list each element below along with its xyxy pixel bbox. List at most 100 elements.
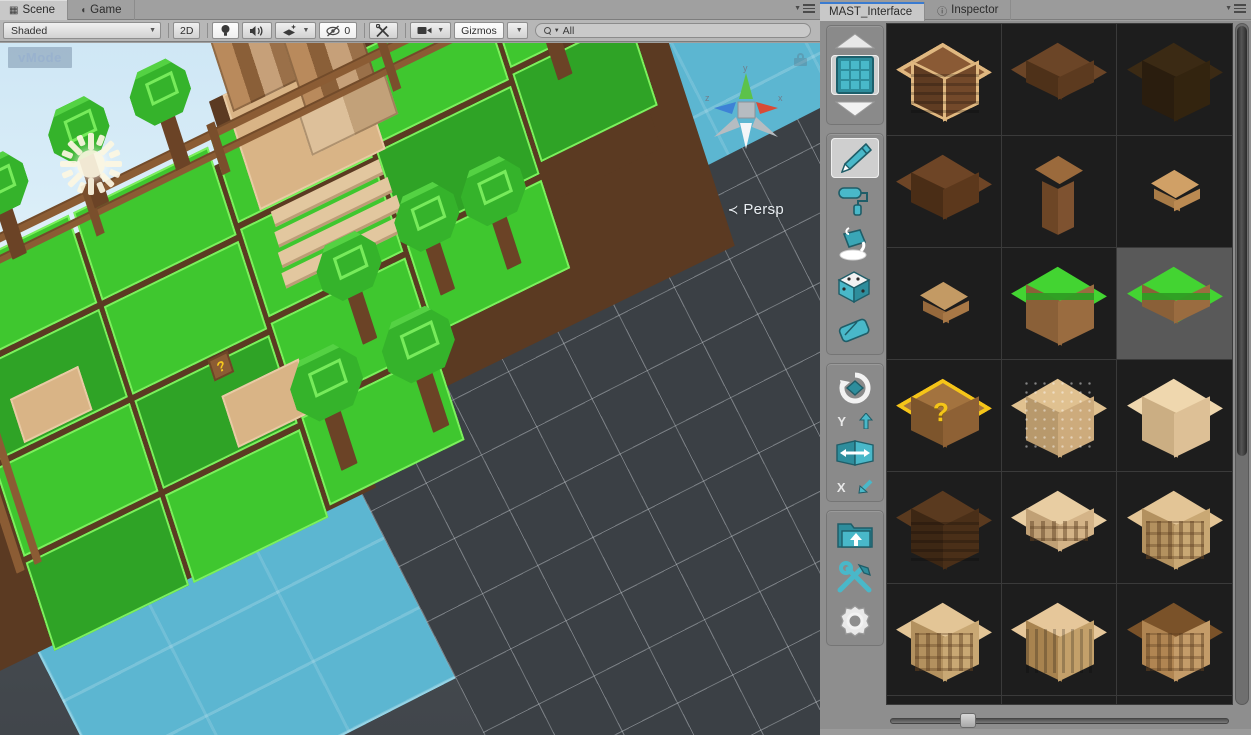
- scene-search: ▼ All: [534, 23, 811, 38]
- asset-cell[interactable]: [1002, 24, 1117, 136]
- wooden-post-block: [1022, 155, 1096, 235]
- lock-icon[interactable]: [794, 53, 807, 66]
- asset-cell[interactable]: [887, 472, 1002, 584]
- question-mark-glyph: ?: [933, 396, 949, 427]
- lighting-toggle-button[interactable]: [212, 22, 240, 39]
- chevron-down-icon: ▼: [515, 27, 523, 34]
- asset-cell[interactable]: [1002, 136, 1117, 248]
- effects-toggle-button[interactable]: ▼: [275, 22, 317, 39]
- hidden-objects-button[interactable]: 0: [319, 22, 358, 39]
- scrollbar-thumb[interactable]: [1237, 26, 1247, 456]
- slider-track: [890, 718, 1229, 724]
- camera-button[interactable]: ▼: [410, 22, 452, 39]
- asset-cell[interactable]: [887, 24, 1002, 136]
- asset-cell[interactable]: [1002, 248, 1117, 360]
- chevron-down-icon[interactable]: ▼: [302, 27, 309, 34]
- asset-cell[interactable]: [1117, 136, 1232, 248]
- hidden-objects-count: 0: [344, 24, 351, 37]
- tab-inspector[interactable]: ⓘ Inspector: [928, 0, 1012, 20]
- draw-mode-dropdown[interactable]: Shaded ▼: [3, 22, 161, 39]
- gizmos-label: Gizmos: [461, 24, 497, 37]
- rotate-axis-indicator: Y: [831, 411, 879, 431]
- gizmo-z-label: z: [705, 93, 710, 103]
- chevron-down-icon: ▼: [794, 4, 801, 12]
- grass-dirt-cube: [1011, 266, 1107, 346]
- bucket-fill-tool-icon[interactable]: [831, 224, 879, 264]
- persp-text: Persp: [743, 201, 784, 218]
- tab-game[interactable]: ◖ Game: [71, 0, 135, 20]
- folder-load-icon[interactable]: [831, 515, 879, 555]
- asset-cell[interactable]: [1117, 696, 1232, 704]
- asset-palette-area: ?: [884, 21, 1251, 735]
- gizmos-button[interactable]: Gizmos: [454, 22, 504, 39]
- asset-cell[interactable]: [1117, 24, 1232, 136]
- tool-rail: Y X: [820, 21, 884, 735]
- scene-view-gizmo[interactable]: y x z: [700, 63, 792, 157]
- chevron-down-icon: ▼: [149, 27, 156, 34]
- rotate-tool-icon[interactable]: [831, 368, 879, 408]
- chevron-down-icon[interactable]: ▼: [437, 27, 444, 34]
- gizmos-dropdown-button[interactable]: ▼: [506, 22, 528, 39]
- eraser-tool-icon[interactable]: [831, 310, 879, 350]
- tab-scene[interactable]: ▦ Scene: [0, 0, 69, 20]
- asset-grid-vertical-scrollbar[interactable]: [1235, 23, 1249, 705]
- divider: [207, 23, 209, 38]
- tab-mast-interface-label: MAST_Interface: [829, 5, 913, 18]
- asset-cell[interactable]: [1117, 360, 1232, 472]
- scene-tabbar: ▦ Scene ◖ Game ▼: [0, 0, 820, 20]
- page-up-arrow-icon[interactable]: [832, 30, 878, 52]
- dice-random-tool-icon[interactable]: [831, 267, 879, 307]
- palette-page-group: [826, 25, 884, 125]
- toggle-2d-button[interactable]: 2D: [173, 22, 201, 39]
- scene-panel: ▦ Scene ◖ Game ▼ Shaded ▼ 2D ▼ 0 ▼ Gizmo…: [0, 0, 820, 735]
- effects-icon: [283, 24, 297, 36]
- projection-mode-label[interactable]: ≺ Persp: [728, 201, 784, 218]
- scene-viewport[interactable]: ? vMode y x z ≺ Persp: [0, 43, 820, 735]
- chevron-left-icon: ≺: [727, 202, 739, 217]
- asset-size-slider[interactable]: [890, 713, 1229, 728]
- asset-cell[interactable]: ?: [887, 360, 1002, 472]
- asset-cell[interactable]: [1117, 472, 1232, 584]
- pencil-tool-icon[interactable]: [831, 138, 879, 178]
- slider-thumb[interactable]: [960, 713, 976, 728]
- audio-toggle-button[interactable]: [242, 22, 273, 39]
- scene-tools-button[interactable]: [369, 22, 399, 39]
- broken-fence-piece: [907, 267, 981, 341]
- divider: [168, 23, 169, 38]
- asset-cell[interactable]: [1117, 248, 1232, 360]
- panel-bottom-strip: [820, 729, 1251, 735]
- asset-grid[interactable]: ?: [886, 23, 1233, 705]
- gizmo-neg-z-cone: [752, 117, 778, 137]
- flip-axis-label: X: [836, 479, 846, 495]
- toggle-2d-label: 2D: [180, 24, 194, 37]
- asset-cell[interactable]: [887, 584, 1002, 696]
- down-left-arrow-icon: [858, 479, 873, 494]
- asset-cell[interactable]: [1002, 472, 1117, 584]
- roller-tool-icon[interactable]: [831, 181, 879, 221]
- wooden-crate-block: [896, 42, 992, 122]
- scene-tab-options[interactable]: ▼: [794, 4, 815, 13]
- flip-tool-icon[interactable]: [831, 434, 879, 474]
- wrench-hammer-icon[interactable]: [831, 558, 879, 598]
- asset-cell[interactable]: [887, 136, 1002, 248]
- tab-inspector-label: Inspector: [951, 4, 999, 16]
- search-input[interactable]: ▼ All: [534, 23, 811, 38]
- right-tab-options[interactable]: ▼: [1225, 4, 1246, 13]
- asset-cell[interactable]: [1002, 584, 1117, 696]
- paint-tools-group: [826, 133, 884, 355]
- asset-cell[interactable]: [1002, 360, 1117, 472]
- grid-palette-icon[interactable]: [831, 55, 879, 95]
- dark-brown-stair: [896, 154, 992, 229]
- asset-cell[interactable]: [887, 696, 1002, 704]
- gear-settings-icon[interactable]: [831, 601, 879, 641]
- asset-cell[interactable]: [1117, 584, 1232, 696]
- page-down-arrow-icon[interactable]: [832, 98, 878, 120]
- sandstone-pedestal: [1011, 490, 1107, 565]
- dark-wood-cube: [1126, 42, 1223, 122]
- flip-axis-indicator: X: [831, 477, 879, 497]
- asset-cell[interactable]: [887, 248, 1002, 360]
- tab-mast-interface[interactable]: MAST_Interface: [820, 1, 926, 22]
- info-icon: ⓘ: [937, 6, 948, 18]
- tab-game-label: Game: [90, 4, 122, 16]
- asset-cell[interactable]: [1002, 696, 1117, 704]
